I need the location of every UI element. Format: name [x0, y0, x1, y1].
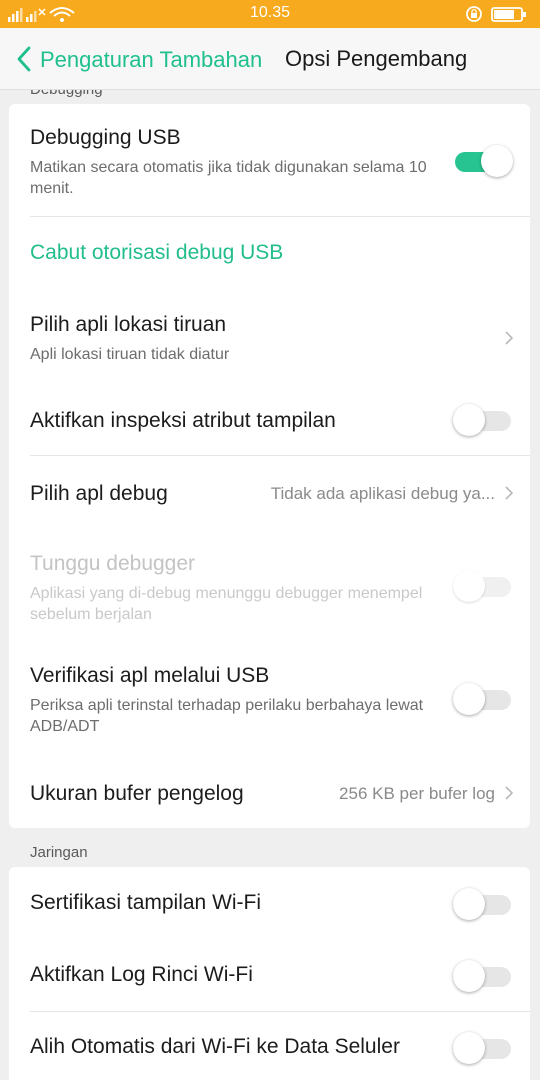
toggle-knob	[453, 570, 485, 602]
section-header-network: Jaringan	[30, 844, 88, 861]
mock-location-row[interactable]: Pilih apli lokasi tiruan Apli lokasi tir…	[9, 287, 530, 384]
back-button[interactable]: Pengaturan Tambahan	[40, 47, 262, 73]
chevron-right-icon	[505, 331, 514, 345]
view-attribute-inspection-toggle[interactable]	[453, 401, 513, 437]
mock-location-title: Pilih apli lokasi tiruan	[30, 313, 227, 336]
wifi-to-cellular-handover-row[interactable]: Alih Otomatis dari Wi-Fi ke Data Seluler	[9, 1012, 530, 1080]
wifi-to-cellular-handover-toggle[interactable]	[453, 1029, 513, 1065]
logger-buffer-size-row[interactable]: Ukuran bufer pengelog 256 KB per bufer l…	[9, 756, 530, 828]
chevron-right-icon	[505, 786, 514, 800]
wifi-verbose-logging-title: Aktifkan Log Rinci Wi-Fi	[30, 963, 253, 986]
revoke-usb-auth-row[interactable]: Cabut otorisasi debug USB	[9, 217, 530, 287]
toggle-knob	[453, 683, 485, 715]
wifi-to-cellular-handover-title: Alih Otomatis dari Wi-Fi ke Data Seluler	[30, 1035, 400, 1058]
wifi-display-certification-row[interactable]: Sertifikasi tampilan Wi-Fi	[9, 867, 530, 939]
back-arrow-icon[interactable]	[14, 45, 34, 73]
toggle-knob	[481, 145, 513, 177]
toggle-knob	[453, 888, 485, 920]
verify-apps-usb-row[interactable]: Verifikasi apl melalui USB Periksa apli …	[9, 642, 530, 756]
view-attribute-inspection-row[interactable]: Aktifkan inspeksi atribut tampilan	[9, 384, 530, 455]
clock: 10.35	[249, 4, 291, 21]
toggle-knob	[453, 960, 485, 992]
toggle-knob	[453, 404, 485, 436]
wifi-display-certification-title: Sertifikasi tampilan Wi-Fi	[30, 891, 262, 914]
verify-apps-usb-toggle[interactable]	[453, 680, 513, 716]
wait-for-debugger-row: Tunggu debugger Aplikasi yang di-debug m…	[9, 530, 530, 642]
view-attribute-inspection-title: Aktifkan inspeksi atribut tampilan	[30, 409, 336, 432]
logger-buffer-size-title: Ukuran bufer pengelog	[30, 782, 244, 805]
usb-debugging-title: Debugging USB	[30, 126, 181, 149]
wifi-verbose-logging-row[interactable]: Aktifkan Log Rinci Wi-Fi	[9, 939, 530, 1011]
verify-apps-usb-title: Verifikasi apl melalui USB	[30, 664, 270, 687]
usb-debugging-toggle[interactable]	[453, 142, 513, 178]
debug-app-row[interactable]: Pilih apl debug Tidak ada aplikasi debug…	[9, 456, 530, 530]
debug-app-title: Pilih apl debug	[30, 482, 168, 505]
verify-apps-usb-subtitle: Periksa apli terinstal terhadap perilaku…	[30, 697, 424, 735]
debugging-card: Debugging USB Matikan secara otomatis ji…	[9, 104, 530, 828]
wait-for-debugger-toggle	[453, 567, 513, 603]
mock-location-subtitle: Apli lokasi tiruan tidak diatur	[30, 346, 230, 363]
usb-debugging-row[interactable]: Debugging USB Matikan secara otomatis ji…	[9, 104, 530, 216]
battery-icon	[466, 6, 526, 22]
chevron-right-icon	[505, 486, 514, 500]
page-title: Opsi Pengembang	[285, 46, 468, 71]
section-header-debugging: Debugging	[30, 90, 103, 98]
wait-for-debugger-title: Tunggu debugger	[30, 552, 196, 575]
revoke-usb-auth-link[interactable]: Cabut otorisasi debug USB	[30, 241, 283, 265]
wifi-display-certification-toggle[interactable]	[453, 885, 513, 921]
logger-buffer-size-value: 256 KB per bufer log	[339, 784, 495, 803]
network-card: Sertifikasi tampilan Wi-Fi Aktifkan Log …	[9, 867, 530, 1080]
debug-app-value: Tidak ada aplikasi debug ya...	[270, 484, 495, 503]
usb-debugging-subtitle: Matikan secara otomatis jika tidak digun…	[30, 159, 427, 197]
wifi-verbose-logging-toggle[interactable]	[453, 957, 513, 993]
wait-for-debugger-subtitle: Aplikasi yang di-debug menunggu debugger…	[30, 585, 423, 623]
section-header-clip: Debugging	[0, 90, 540, 104]
status-bar: 10.35	[0, 0, 540, 28]
app-bar: Pengaturan Tambahan Opsi Pengembang	[0, 28, 540, 90]
toggle-knob	[453, 1032, 485, 1064]
